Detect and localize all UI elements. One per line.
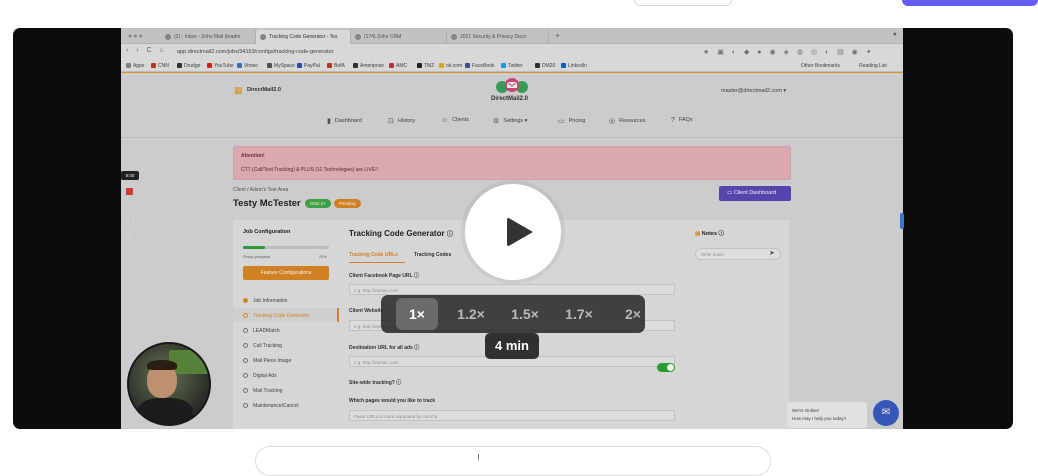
playback-speed-selector: 1× 1.2× 1.5× 1.7× 2× [381, 295, 645, 333]
video-player[interactable]: ●●● (2) - Inbox - Zoho Mail (bradm Track… [13, 28, 1013, 429]
speed-option-3[interactable]: 1.5× [502, 298, 548, 330]
top-primary-button[interactable] [902, 0, 1038, 6]
comment-input-card[interactable] [255, 446, 771, 476]
speed-option-4[interactable]: 1.7× [556, 298, 602, 330]
speed-option-5[interactable]: 2× [613, 298, 653, 330]
play-button[interactable] [465, 184, 561, 280]
top-outline-button[interactable] [634, 0, 732, 6]
duration-badge: 4 min [485, 333, 539, 359]
speed-option-2[interactable]: 1.2× [448, 298, 494, 330]
text-cursor [478, 454, 479, 460]
speed-option-1[interactable]: 1× [396, 298, 438, 330]
play-icon [507, 217, 533, 247]
